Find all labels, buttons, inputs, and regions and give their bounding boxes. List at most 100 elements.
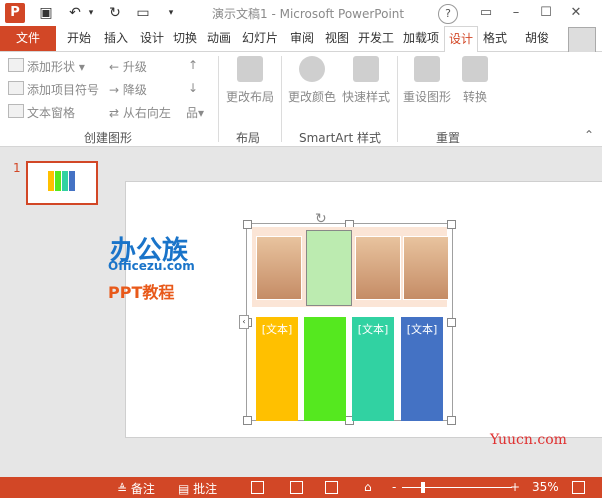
maximize-button[interactable]: ☐ xyxy=(536,3,556,23)
right-to-left-button[interactable]: ⇄ 从右向左 xyxy=(109,104,171,121)
photo-image[interactable] xyxy=(403,236,449,300)
text-column[interactable]: [文本] xyxy=(352,317,394,421)
tab-animations[interactable]: 动画 xyxy=(202,26,236,51)
smartart-graphic[interactable]: ↻ ‹ [文本] [文本] [文本] xyxy=(239,211,456,425)
layout-org-icon[interactable]: 品▾ xyxy=(186,104,204,121)
slide-number: 1 xyxy=(13,161,21,175)
ribbon-display-icon[interactable]: ▭ xyxy=(476,3,496,23)
group-label-layout: 布局 xyxy=(236,131,261,145)
photo-image[interactable] xyxy=(355,236,401,300)
zoom-in-button[interactable]: + xyxy=(510,480,520,494)
arrow-left-icon: ← xyxy=(109,60,123,74)
resize-handle[interactable] xyxy=(243,416,252,425)
convert-icon xyxy=(462,56,488,82)
zoom-out-button[interactable]: - xyxy=(392,480,396,494)
add-shape-button[interactable]: 添加形状 ▾ xyxy=(8,58,85,75)
demote-button[interactable]: → 降级 xyxy=(109,81,147,98)
slide-thumbnail[interactable] xyxy=(26,161,98,205)
convert-button[interactable]: 转换 xyxy=(455,56,495,105)
present-icon[interactable]: ▭ xyxy=(134,4,152,22)
change-colors-button[interactable]: 更改颜色 xyxy=(286,56,338,105)
reading-view-icon[interactable] xyxy=(325,481,338,494)
column-text[interactable]: [文本] xyxy=(401,321,443,337)
avatar[interactable] xyxy=(568,27,596,53)
text-column[interactable]: [文本] xyxy=(256,317,298,421)
zoom-slider[interactable] xyxy=(402,487,512,488)
thumb-bar xyxy=(55,171,61,191)
reset-graphic-button[interactable]: 重设图形 xyxy=(401,56,453,105)
styles-icon xyxy=(353,56,379,82)
add-bullet-button[interactable]: 添加项目符号 xyxy=(8,81,99,98)
ribbon-tabs: 文件 开始 插入 设计 切换 动画 幻灯片 审阅 视图 开发工 加载项 设计 格… xyxy=(0,26,602,53)
title-bar: P ▣ ↶ ▾ ↻ ▭ ▾ 演示文稿1 - Microsoft PowerPoi… xyxy=(0,0,602,26)
undo-dropdown-icon[interactable]: ▾ xyxy=(82,4,100,22)
resize-handle[interactable] xyxy=(447,220,456,229)
minimize-button[interactable]: – xyxy=(506,3,526,23)
normal-view-icon[interactable] xyxy=(251,481,264,494)
notes-button[interactable]: ≜ 备注 xyxy=(117,480,155,497)
ribbon: 添加形状 ▾ 添加项目符号 文本窗格 ← 升级 → 降级 ⇄ 从右向左 ↑ ↓ … xyxy=(0,52,602,147)
column-text[interactable]: [文本] xyxy=(352,321,394,337)
group-divider xyxy=(218,56,219,142)
rotate-handle-icon[interactable]: ↻ xyxy=(315,211,327,227)
thumb-bar xyxy=(62,171,68,191)
tab-smartart-design[interactable]: 设计 xyxy=(444,26,478,53)
change-layout-button[interactable]: 更改布局 xyxy=(224,56,276,105)
text-column[interactable]: [文本] xyxy=(401,317,443,421)
text-pane-toggle-icon[interactable]: ‹ xyxy=(239,315,249,329)
zoom-slider-thumb[interactable] xyxy=(421,482,425,493)
save-icon[interactable]: ▣ xyxy=(37,4,55,22)
text-pane-icon xyxy=(8,104,24,118)
redo-icon[interactable]: ↻ xyxy=(106,4,124,22)
watermark: Yuucn.com xyxy=(490,432,567,448)
move-down-icon[interactable]: ↓ xyxy=(188,81,198,95)
fit-slide-icon[interactable] xyxy=(572,481,585,494)
resize-handle[interactable] xyxy=(447,416,456,425)
slide-sorter-icon[interactable] xyxy=(290,481,303,494)
collapse-ribbon-icon[interactable]: ⌃ xyxy=(584,128,594,142)
close-button[interactable]: ✕ xyxy=(566,3,586,23)
thumb-bar xyxy=(48,171,54,191)
text-column[interactable] xyxy=(304,317,346,421)
tab-format[interactable]: 格式 xyxy=(478,26,512,51)
tab-insert[interactable]: 插入 xyxy=(99,26,133,51)
photo-image[interactable] xyxy=(256,236,302,300)
logo-url: Officezu.com xyxy=(108,259,195,273)
resize-handle[interactable] xyxy=(447,318,456,327)
text-pane-button[interactable]: 文本窗格 xyxy=(8,104,75,121)
promote-button[interactable]: ← 升级 xyxy=(109,58,147,75)
resize-handle[interactable] xyxy=(243,220,252,229)
comments-button[interactable]: ▤ 批注 xyxy=(178,480,217,497)
customize-toolbar-icon[interactable]: ▾ xyxy=(162,4,180,22)
status-bar: ≜ 备注 ▤ 批注 ⌂ - + 35% xyxy=(0,477,602,498)
quick-styles-button[interactable]: 快速样式 xyxy=(340,56,392,105)
tab-addins[interactable]: 加载项 xyxy=(399,26,443,51)
move-up-icon[interactable]: ↑ xyxy=(188,58,198,72)
window-title: 演示文稿1 - Microsoft PowerPoint xyxy=(212,7,405,21)
group-divider xyxy=(281,56,282,142)
tab-view[interactable]: 视图 xyxy=(320,26,354,51)
tab-slideshow[interactable]: 幻灯片 xyxy=(238,26,282,51)
column-text[interactable]: [文本] xyxy=(256,321,298,337)
tab-developer[interactable]: 开发工 xyxy=(354,26,398,51)
slide-thumbnail-pane: 1 xyxy=(0,147,117,477)
arrow-right-icon: → xyxy=(109,83,123,97)
tab-file[interactable]: 文件 xyxy=(0,26,56,51)
help-button[interactable]: ? xyxy=(438,4,458,24)
reset-icon xyxy=(414,56,440,82)
user-name[interactable]: 胡俊 xyxy=(525,26,549,51)
comment-icon: ▤ xyxy=(178,482,194,496)
tab-transitions[interactable]: 切换 xyxy=(168,26,202,51)
add-shape-icon xyxy=(8,58,24,72)
tab-review[interactable]: 审阅 xyxy=(285,26,319,51)
layout-icon xyxy=(237,56,263,82)
group-divider xyxy=(397,56,398,142)
selected-shape[interactable] xyxy=(306,230,394,306)
group-label-styles: SmartArt 样式 xyxy=(299,131,381,145)
zoom-level[interactable]: 35% xyxy=(532,480,559,494)
palette-icon xyxy=(299,56,325,82)
slideshow-icon[interactable]: ⌂ xyxy=(364,480,372,494)
tab-home[interactable]: 开始 xyxy=(62,26,96,51)
tab-design[interactable]: 设计 xyxy=(135,26,169,51)
thumb-bar xyxy=(69,171,75,191)
